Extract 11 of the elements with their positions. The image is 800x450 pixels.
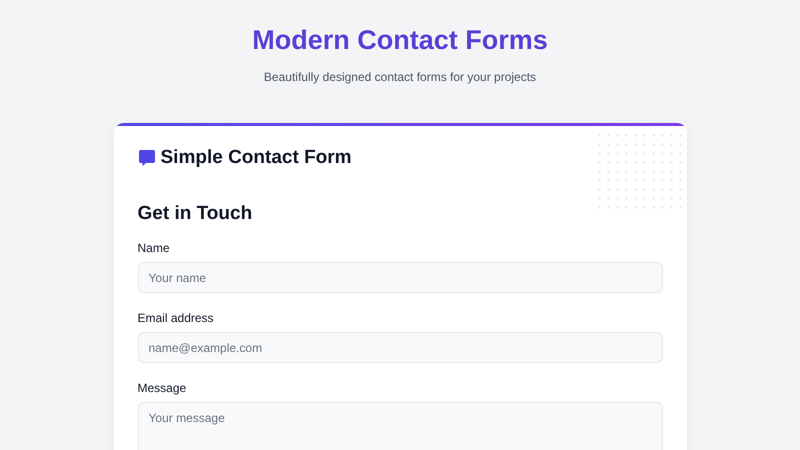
input-field[interactable]: Your name <box>138 262 662 293</box>
form-heading: Get in Touch <box>138 203 254 225</box>
chat-icon <box>138 149 156 167</box>
page-subtitle: Beautifully designed contact forms for your projects <box>264 70 536 84</box>
field-label: Name <box>138 241 171 255</box>
input-field[interactable]: name@example.com <box>138 332 662 363</box>
field-label: Email address <box>138 311 215 325</box>
field-label: Message <box>138 381 188 395</box>
card-title: Simple Contact Form <box>160 147 352 169</box>
page-title: Modern Contact Forms <box>252 24 548 56</box>
textarea-field[interactable]: Your message <box>138 402 662 450</box>
